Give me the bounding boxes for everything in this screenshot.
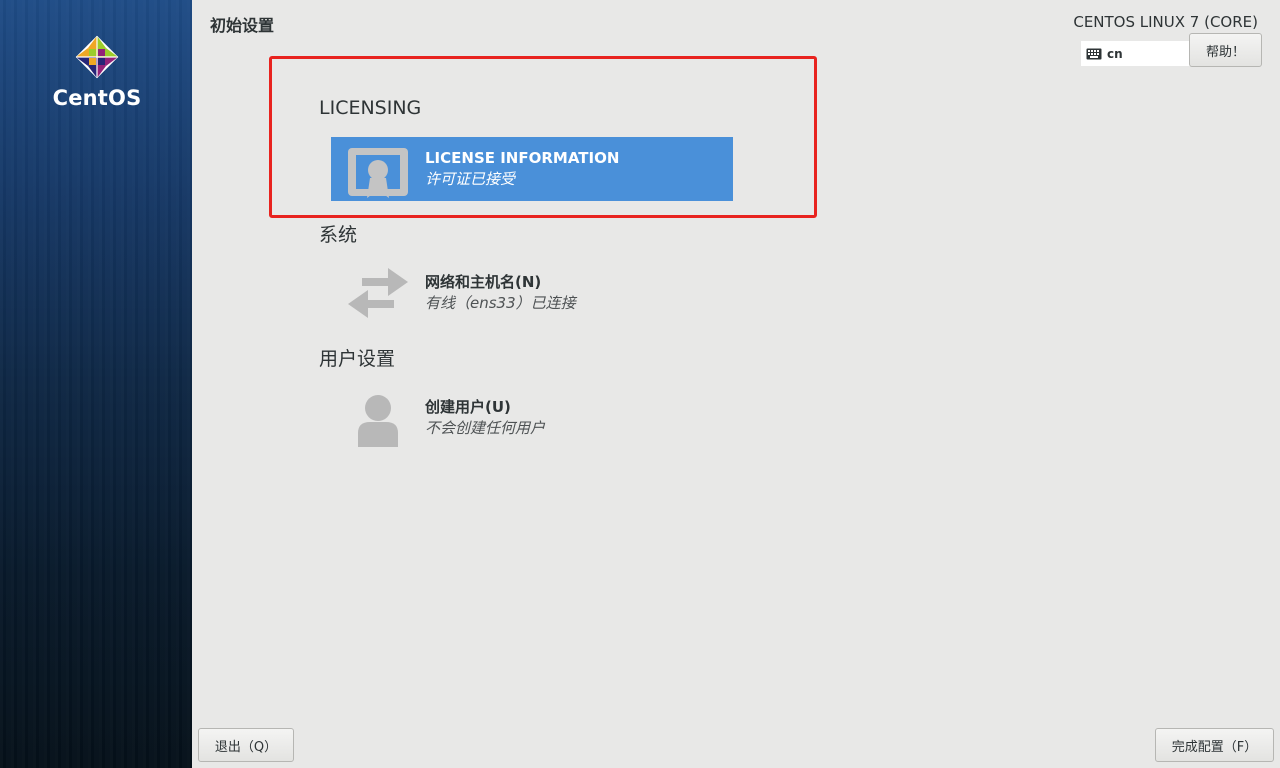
sidebar: CentOS bbox=[0, 0, 192, 768]
spoke-title: 创建用户(U) bbox=[425, 398, 511, 416]
user-icon bbox=[331, 386, 425, 450]
finish-configuration-button[interactable]: 完成配置（F） bbox=[1155, 728, 1274, 762]
section-title-user-settings: 用户设置 bbox=[319, 348, 396, 370]
keyboard-layout-label: cn bbox=[1107, 46, 1123, 61]
spoke-status: 许可证已接受 bbox=[425, 170, 516, 188]
network-arrows-icon bbox=[331, 261, 425, 325]
license-icon bbox=[331, 137, 425, 201]
section-title-licensing: LICENSING bbox=[319, 97, 422, 119]
section-title-system: 系统 bbox=[319, 224, 358, 246]
keyboard-layout-indicator[interactable]: cn bbox=[1081, 41, 1191, 66]
spoke-network-hostname[interactable]: 网络和主机名(N) 有线（ens33）已连接 bbox=[331, 261, 733, 325]
spoke-title: 网络和主机名(N) bbox=[425, 273, 542, 291]
centos-logo: CentOS bbox=[52, 34, 142, 114]
spoke-status: 不会创建任何用户 bbox=[425, 419, 546, 437]
page-title: 初始设置 bbox=[210, 16, 275, 35]
product-name: CENTOS LINUX 7 (CORE) bbox=[1073, 13, 1258, 31]
spoke-license-information[interactable]: LICENSE INFORMATION 许可证已接受 bbox=[331, 137, 733, 201]
logo-text: CentOS bbox=[52, 86, 142, 110]
spoke-status: 有线（ens33）已连接 bbox=[425, 294, 576, 312]
spoke-title: LICENSE INFORMATION bbox=[425, 149, 620, 167]
centos-logo-icon bbox=[75, 35, 119, 79]
spoke-create-user[interactable]: 创建用户(U) 不会创建任何用户 bbox=[331, 386, 733, 450]
help-button[interactable]: 帮助！ bbox=[1189, 33, 1262, 67]
keyboard-icon bbox=[1086, 48, 1102, 59]
quit-button[interactable]: 退出（Q） bbox=[198, 728, 294, 762]
